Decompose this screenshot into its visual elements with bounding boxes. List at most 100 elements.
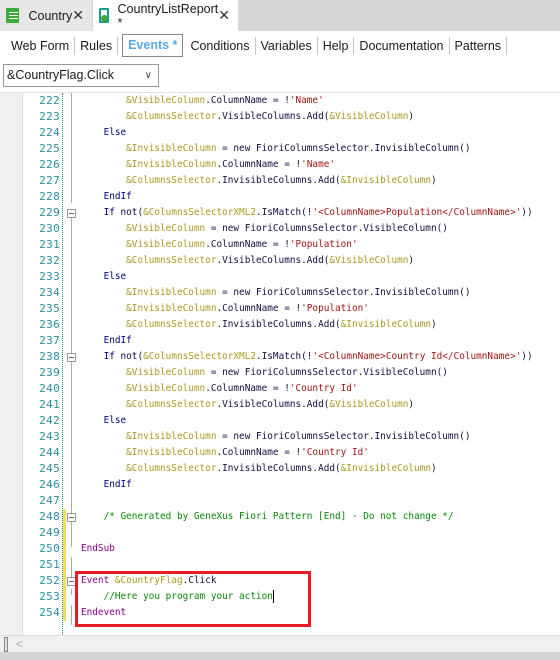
line-number: 236 <box>39 318 60 331</box>
subtab-rules[interactable]: Rules <box>75 36 119 55</box>
tab-country[interactable]: Country ✕ <box>0 0 92 31</box>
code-line[interactable]: 236 &ColumnsSelector.InvisibleColumns.Ad… <box>0 317 560 333</box>
line-number: 228 <box>39 190 60 203</box>
code-text: If not(&ColumnsSelectorXML2.IsMatch(!'<C… <box>81 349 533 365</box>
line-number: 248 <box>39 510 60 523</box>
code-line[interactable]: 242 Else <box>0 413 560 429</box>
line-number: 241 <box>39 398 60 411</box>
code-token-var: &VisibleColumn <box>126 223 206 234</box>
code-line[interactable]: 227 &ColumnsSelector.InvisibleColumns.Ad… <box>0 173 560 189</box>
scroll-left-icon[interactable]: < <box>16 637 23 651</box>
code-token-kw2: EndSub <box>81 543 115 554</box>
subtab-help[interactable]: Help <box>318 36 355 55</box>
code-token-pl: = new FioriColumnsSelector.InvisibleColu… <box>216 143 471 154</box>
code-token-var: &InvisibleColumn <box>126 287 217 298</box>
code-token-var: &ColumnsSelector <box>126 463 217 474</box>
code-line[interactable]: 230 &VisibleColumn = new FioriColumnsSel… <box>0 221 560 237</box>
code-token-pl: ) <box>408 255 415 266</box>
code-line[interactable]: 243 &InvisibleColumn = new FioriColumnsS… <box>0 429 560 445</box>
code-line[interactable]: 250 EndSub <box>0 541 560 557</box>
code-editor[interactable]: 222 &VisibleColumn.ColumnName = !'Name' 2… <box>0 92 560 635</box>
code-token-var: &ColumnsSelector <box>126 399 217 410</box>
scrollbar-thumb[interactable] <box>4 637 8 652</box>
code-line[interactable]: 235 &InvisibleColumn.ColumnName = !'Popu… <box>0 301 560 317</box>
code-text: &VisibleColumn.ColumnName = !'Population… <box>81 237 357 253</box>
subtab-patterns[interactable]: Patterns <box>450 36 508 55</box>
subtab-web-form[interactable]: Web Form <box>6 36 76 55</box>
code-token-var: &ColumnsSelector <box>126 175 217 186</box>
code-token-kw: EndIf <box>103 479 132 490</box>
code-token-var: &ColumnsSelector <box>126 111 217 122</box>
code-line[interactable]: 248 /* Generated by GeneXus Fiori Patter… <box>0 509 560 525</box>
code-token-pl: .IsMatch(! <box>256 351 313 362</box>
line-number: 246 <box>39 478 60 491</box>
code-line[interactable]: 231 &VisibleColumn.ColumnName = !'Popula… <box>0 237 560 253</box>
code-line[interactable]: 226 &InvisibleColumn.ColumnName = !'Name… <box>0 157 560 173</box>
horizontal-scrollbar[interactable]: < <box>0 635 560 652</box>
line-number: 227 <box>39 174 60 187</box>
collapse-icon[interactable] <box>67 353 76 362</box>
code-line[interactable]: 234 &InvisibleColumn = new FioriColumnsS… <box>0 285 560 301</box>
part-tabs: Web Form Rules Events * Conditions Varia… <box>0 33 560 58</box>
code-line[interactable]: 237 EndIf <box>0 333 560 349</box>
line-number: 239 <box>39 366 60 379</box>
code-token-var: &VisibleColumn <box>329 111 409 122</box>
code-line[interactable]: 241 &ColumnsSelector.VisibleColumns.Add(… <box>0 397 560 413</box>
status-strip <box>0 652 560 660</box>
code-line[interactable]: 225 &InvisibleColumn = new FioriColumnsS… <box>0 141 560 157</box>
close-icon[interactable]: ✕ <box>218 7 230 24</box>
code-line[interactable]: 222 &VisibleColumn.ColumnName = !'Name' <box>0 93 560 109</box>
code-text: EndIf <box>81 333 132 349</box>
code-text: /* Generated by GeneXus Fiori Pattern [E… <box>81 509 454 525</box>
collapse-icon[interactable] <box>67 513 76 522</box>
code-text: If not(&ColumnsSelectorXML2.IsMatch(!'<C… <box>81 205 533 221</box>
subtab-conditions[interactable]: Conditions <box>185 36 256 55</box>
code-token-kw: Else <box>103 415 127 426</box>
code-line[interactable]: 244 &InvisibleColumn.ColumnName = !'Coun… <box>0 445 560 461</box>
close-icon[interactable]: ✕ <box>72 7 84 24</box>
code-line[interactable]: 228 EndIf <box>0 189 560 205</box>
code-line[interactable]: 249 <box>0 525 560 541</box>
code-token-var: &VisibleColumn <box>329 255 409 266</box>
code-token-pl: = new FioriColumnsSelector.InvisibleColu… <box>216 287 471 298</box>
code-line[interactable]: 232 &ColumnsSelector.VisibleColumns.Add(… <box>0 253 560 269</box>
code-line[interactable]: 229 If not(&ColumnsSelectorXML2.IsMatch(… <box>0 205 560 221</box>
code-line[interactable]: 246 EndIf <box>0 477 560 493</box>
code-token-pl: .InvisibleColumns.Add( <box>216 319 341 330</box>
grid-icon <box>6 8 20 23</box>
code-text: &InvisibleColumn.ColumnName = !'Name' <box>81 157 335 173</box>
code-token-var: &VisibleColumn <box>126 383 206 394</box>
code-line[interactable]: 240 &VisibleColumn.ColumnName = !'Countr… <box>0 381 560 397</box>
code-line[interactable]: 224 Else <box>0 125 560 141</box>
code-line[interactable]: 238 If not(&ColumnsSelectorXML2.IsMatch(… <box>0 349 560 365</box>
code-text: &VisibleColumn = new FioriColumnsSelecto… <box>81 221 448 237</box>
subtab-events[interactable]: Events * <box>122 34 184 57</box>
code-line[interactable]: 247 <box>0 493 560 509</box>
code-token-pl: .ColumnName = ! <box>205 383 290 394</box>
subtab-documentation[interactable]: Documentation <box>354 36 450 55</box>
line-number: 244 <box>39 446 60 459</box>
code-text: &InvisibleColumn = new FioriColumnsSelec… <box>81 141 470 157</box>
code-text: &ColumnsSelector.VisibleColumns.Add(&Vis… <box>81 109 414 125</box>
code-line[interactable]: 239 &VisibleColumn = new FioriColumnsSel… <box>0 365 560 381</box>
code-line[interactable]: 233 Else <box>0 269 560 285</box>
code-token-str: 'Name' <box>301 159 336 170</box>
line-number: 237 <box>39 334 60 347</box>
code-line[interactable]: 245 &ColumnsSelector.InvisibleColumns.Ad… <box>0 461 560 477</box>
tab-countrylistreport[interactable]: CountryListReport * ✕ <box>93 0 238 31</box>
subtab-variables[interactable]: Variables <box>256 36 318 55</box>
code-line[interactable]: 223 &ColumnsSelector.VisibleColumns.Add(… <box>0 109 560 125</box>
event-selector-dropdown[interactable]: &CountryFlag.Click ∨ <box>3 64 159 87</box>
code-text: &VisibleColumn.ColumnName = !'Country Id… <box>81 381 357 397</box>
collapse-icon[interactable] <box>67 209 76 218</box>
line-number: 252 <box>39 574 60 587</box>
